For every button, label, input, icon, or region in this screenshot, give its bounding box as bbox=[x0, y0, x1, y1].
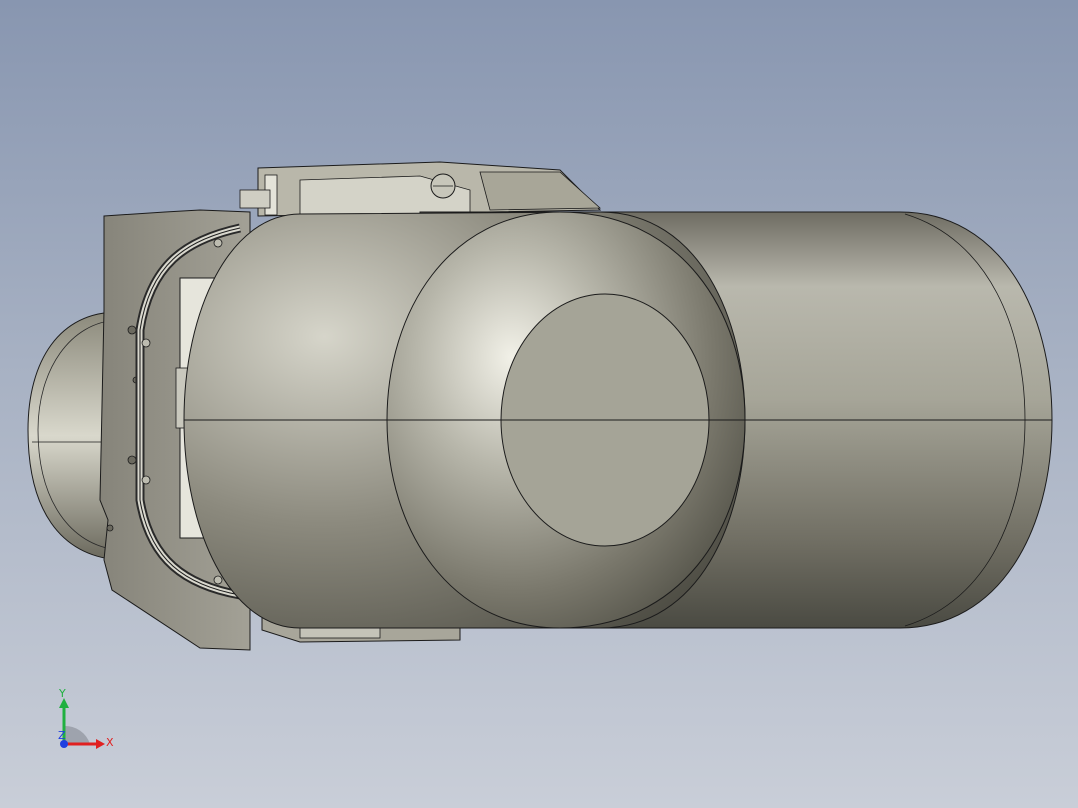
z-axis-label: Z bbox=[58, 729, 66, 742]
cad-3d-viewport[interactable]: Y X Z bbox=[0, 0, 1078, 808]
orientation-triad[interactable]: Y X Z bbox=[48, 684, 128, 754]
triad-view-arc bbox=[64, 725, 90, 744]
y-axis-label: Y bbox=[58, 687, 66, 700]
x-axis-label: X bbox=[106, 736, 114, 749]
3d-model[interactable] bbox=[0, 0, 1078, 808]
x-axis-arrowhead bbox=[96, 739, 105, 749]
top-housing[interactable] bbox=[239, 161, 602, 217]
